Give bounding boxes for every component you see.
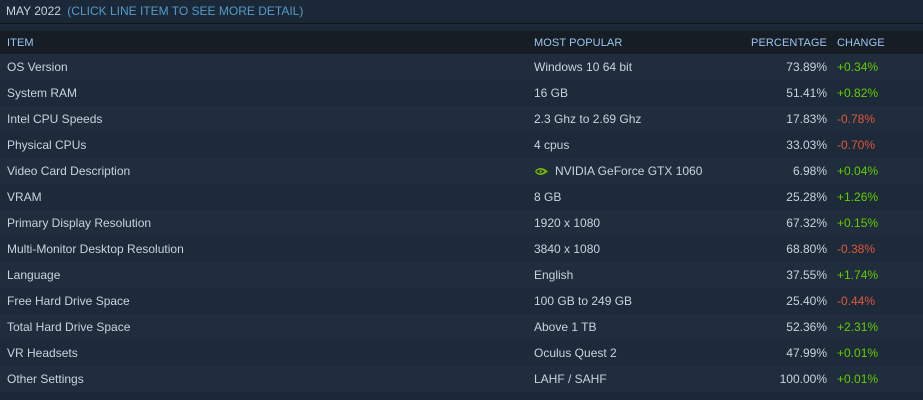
row-change: -0.44% [837, 294, 876, 308]
row-most-popular: Oculus Quest 2 [534, 346, 720, 360]
table-row[interactable]: Intel CPU Speeds 2.3 Ghz to 2.69 Ghz 17.83… [0, 106, 923, 132]
row-item-label: Video Card Description [7, 164, 131, 178]
row-most-popular-value: 3840 x 1080 [534, 242, 601, 256]
row-most-popular-value: 4 cpus [534, 138, 570, 152]
row-most-popular: 3840 x 1080 [534, 242, 720, 256]
row-item-label: Free Hard Drive Space [7, 294, 130, 308]
row-percentage: 52.36% [786, 320, 827, 334]
table-header-row: ITEM MOST POPULAR PERCENTAGE CHANGE [0, 31, 923, 54]
row-most-popular: 2.3 Ghz to 2.69 Ghz [534, 112, 720, 126]
row-item-label: VR Headsets [7, 346, 78, 360]
row-change: +0.04% [837, 164, 879, 178]
column-header-most-popular: MOST POPULAR [534, 36, 623, 49]
row-change: +0.34% [837, 60, 879, 74]
row-most-popular-value: 2.3 Ghz to 2.69 Ghz [534, 112, 642, 126]
row-percentage: 73.89% [786, 60, 827, 74]
row-most-popular-value: LAHF / SAHF [534, 372, 607, 386]
row-item-label: System RAM [7, 86, 78, 100]
nvidia-logo-icon [535, 167, 548, 175]
row-item-label: VRAM [7, 190, 42, 204]
row-change: -0.38% [837, 242, 876, 256]
row-most-popular: 1920 x 1080 [534, 216, 720, 230]
table-row[interactable]: VR Headsets Oculus Quest 2 47.99% +0.01% [0, 340, 923, 366]
table-row[interactable]: Physical CPUs 4 cpus 33.03% -0.70% [0, 132, 923, 158]
row-most-popular: Windows 10 64 bit [534, 60, 720, 74]
table-body: OS Version Windows 10 64 bit 73.89% +0.34% S… [0, 54, 923, 392]
table-row[interactable]: Multi-Monitor Desktop Resolution 3840 x 1… [0, 236, 923, 262]
row-percentage: 33.03% [786, 138, 827, 152]
column-header-change: CHANGE [837, 36, 885, 49]
table-row[interactable]: Total Hard Drive Space Above 1 TB 52.36% +2… [0, 314, 923, 340]
row-most-popular: NVIDIA GeForce GTX 1060 [534, 164, 720, 178]
row-item-label: Primary Display Resolution [7, 216, 152, 230]
row-most-popular: 100 GB to 249 GB [534, 294, 720, 308]
row-percentage: 25.28% [786, 190, 827, 204]
table-row[interactable]: Other Settings LAHF / SAHF 100.00% +0.01% [0, 366, 923, 392]
panel-title-bar: MAY 2022 (CLICK LINE ITEM TO SEE MORE DE… [0, 0, 923, 24]
table-row[interactable]: Free Hard Drive Space 100 GB to 249 GB 25.… [0, 288, 923, 314]
row-change: +0.15% [837, 216, 879, 230]
row-percentage: 51.41% [786, 86, 827, 100]
row-item-label: OS Version [7, 60, 68, 74]
column-header-percentage: PERCENTAGE [751, 36, 827, 49]
survey-panel: MAY 2022 (CLICK LINE ITEM TO SEE MORE DE… [0, 0, 923, 400]
row-most-popular: English [534, 268, 720, 282]
row-percentage: 25.40% [786, 294, 827, 308]
row-percentage: 47.99% [786, 346, 827, 360]
row-most-popular: 4 cpus [534, 138, 720, 152]
row-most-popular-value: 1920 x 1080 [534, 216, 601, 230]
row-most-popular-value: Oculus Quest 2 [534, 346, 617, 360]
table-row[interactable]: Primary Display Resolution 1920 x 1080 67.… [0, 210, 923, 236]
row-most-popular-value: Above 1 TB [534, 320, 597, 334]
row-change: -0.78% [837, 112, 876, 126]
row-change: +0.01% [837, 346, 879, 360]
column-header-item: ITEM [7, 36, 34, 49]
row-most-popular: 16 GB [534, 86, 720, 100]
row-most-popular-value: English [534, 268, 574, 282]
row-change: +0.01% [837, 372, 879, 386]
table-row[interactable]: System RAM 16 GB 51.41% +0.82% [0, 80, 923, 106]
row-most-popular: LAHF / SAHF [534, 372, 720, 386]
table-row[interactable]: Language English 37.55% +1.74% [0, 262, 923, 288]
row-change: +0.82% [837, 86, 879, 100]
row-most-popular: 8 GB [534, 190, 720, 204]
row-percentage: 17.83% [786, 112, 827, 126]
row-change: +1.74% [837, 268, 879, 282]
row-most-popular-value: NVIDIA GeForce GTX 1060 [555, 164, 703, 178]
panel-hint: (CLICK LINE ITEM TO SEE MORE DETAIL) [67, 4, 304, 18]
row-percentage: 37.55% [786, 268, 827, 282]
row-percentage: 67.32% [786, 216, 827, 230]
row-item-label: Other Settings [7, 372, 84, 386]
row-item-label: Intel CPU Speeds [7, 112, 103, 126]
stats-table: ITEM MOST POPULAR PERCENTAGE CHANGE OS V… [0, 31, 923, 392]
row-item-label: Total Hard Drive Space [7, 320, 131, 334]
row-percentage: 6.98% [792, 164, 827, 178]
panel-title: MAY 2022 [6, 4, 61, 18]
row-change: +1.26% [837, 190, 879, 204]
row-percentage: 100.00% [779, 372, 827, 386]
row-most-popular: Above 1 TB [534, 320, 720, 334]
table-row[interactable]: OS Version Windows 10 64 bit 73.89% +0.34% [0, 54, 923, 80]
row-item-label: Physical CPUs [7, 138, 87, 152]
table-row[interactable]: VRAM 8 GB 25.28% +1.26% [0, 184, 923, 210]
row-change: -0.70% [837, 138, 876, 152]
row-most-popular-value: 100 GB to 249 GB [534, 294, 633, 308]
row-most-popular-value: 8 GB [534, 190, 562, 204]
table-row[interactable]: Video Card Description NVIDIA GeForce GTX… [0, 158, 923, 184]
row-item-label: Multi-Monitor Desktop Resolution [7, 242, 184, 256]
row-percentage: 68.80% [786, 242, 827, 256]
row-change: +2.31% [837, 320, 879, 334]
row-most-popular-value: Windows 10 64 bit [534, 60, 633, 74]
row-most-popular-value: 16 GB [534, 86, 569, 100]
row-item-label: Language [7, 268, 61, 282]
